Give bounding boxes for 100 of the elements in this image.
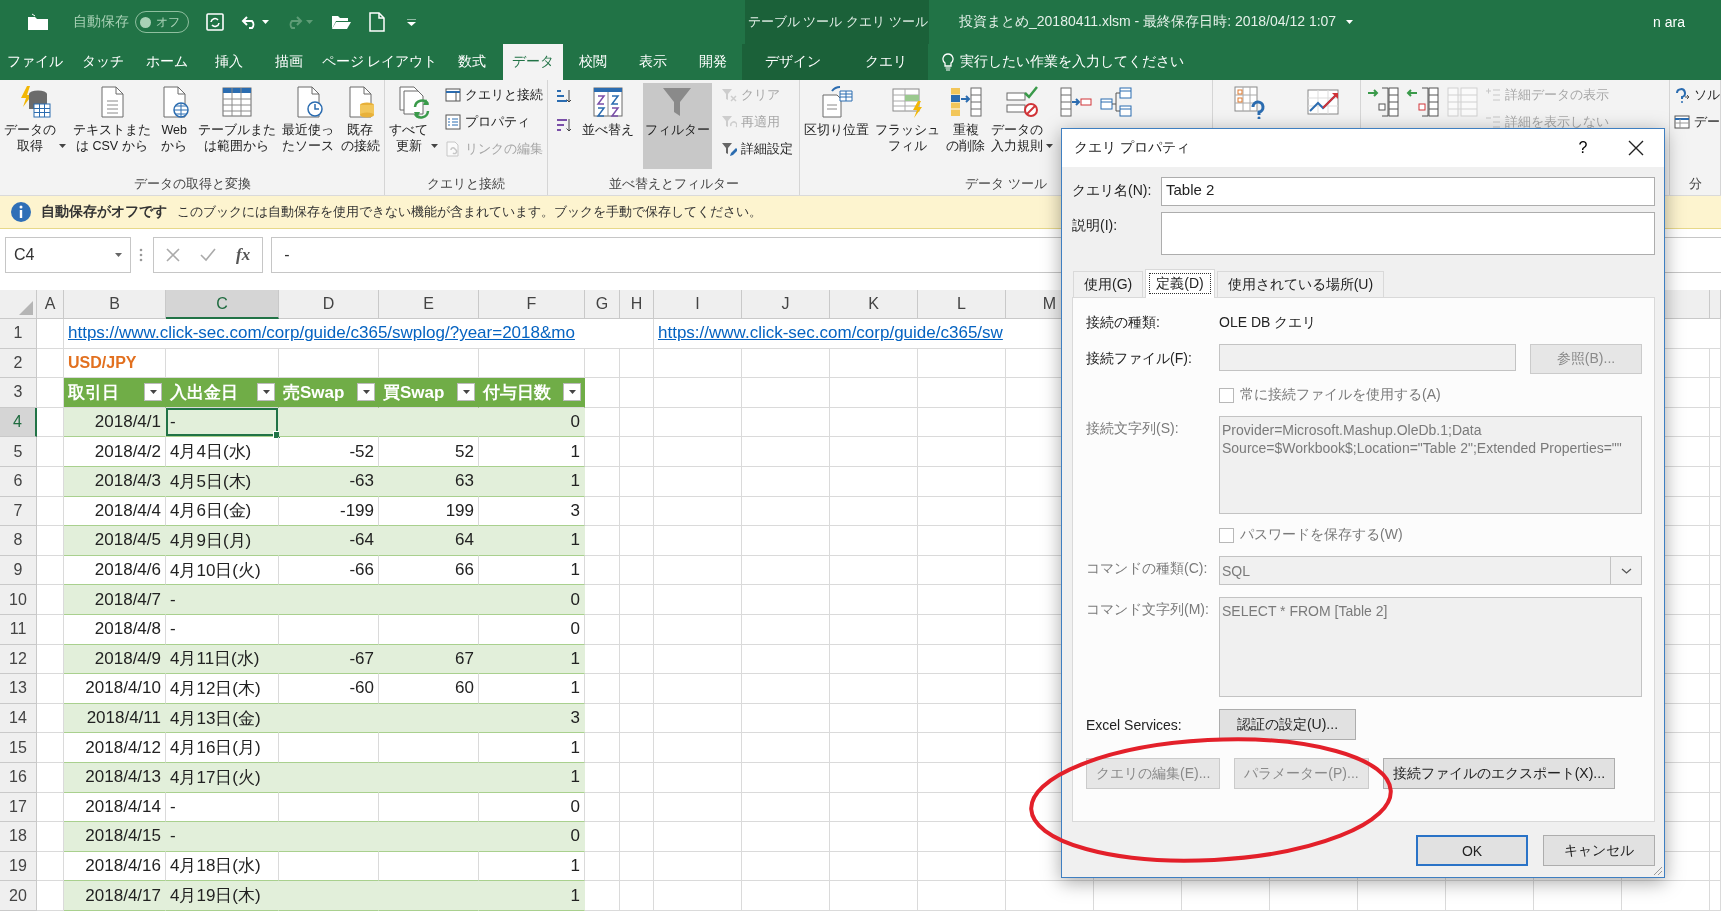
row-header[interactable]: 13 [0,674,37,704]
sheet-cell[interactable] [620,703,654,734]
table-cell[interactable]: 2018/4/13 [64,762,166,793]
sheet-cell[interactable] [742,822,830,852]
ribbon-button[interactable]: 既存 の接続 [338,83,382,169]
sheet-cell[interactable] [1710,614,1721,645]
check-icon[interactable] [200,248,216,262]
select-all-button[interactable] [0,290,37,319]
sheet-cell[interactable] [1710,348,1721,379]
sheet-cell[interactable] [654,762,742,793]
row-header[interactable]: 9 [0,555,37,586]
column-header[interactable]: B [64,290,166,319]
ribbon-button[interactable]: テーブルまた は範囲から [195,83,278,169]
sheet-cell[interactable] [620,585,654,615]
table-cell[interactable]: 2018/4/2 [64,437,166,467]
insert-function-button[interactable]: fx [236,245,251,265]
table-cell[interactable]: 64 [379,526,479,556]
ribbon-button[interactable]: プロパティ [442,110,545,134]
row-header[interactable]: 1 [0,319,37,349]
sheet-cell[interactable] [918,792,1006,823]
sheet-cell[interactable] [37,851,64,882]
sheet-cell[interactable] [654,526,742,556]
ribbon-tab[interactable]: 校閲 [563,44,623,80]
sheet-cell[interactable] [742,733,830,763]
ribbon-tab[interactable]: 開発 [683,44,742,80]
ribbon-button[interactable]: データの 取得 [2,83,69,169]
ribbon-tab[interactable]: クエリ [844,44,928,80]
sheet-cell[interactable] [1710,437,1721,467]
sheet-cell[interactable] [1710,792,1721,823]
ribbon-button[interactable]: 並べ替え [579,83,636,169]
table-cell[interactable]: 0 [479,585,585,615]
sheet-cell[interactable] [620,733,654,763]
sheet-cell[interactable] [620,496,654,527]
ribbon-button[interactable]: すべて 更新 [387,83,441,169]
sheet-cell[interactable] [918,881,1006,911]
sheet-cell[interactable] [1270,881,1358,911]
sheet-cell[interactable] [37,496,64,527]
sheet-cell[interactable] [830,466,918,497]
sheet-cell[interactable] [830,526,918,556]
sheet-cell[interactable] [620,792,654,823]
column-header[interactable]: J [742,290,830,319]
sheet-cell[interactable] [585,762,620,793]
sheet-cell[interactable] [1710,378,1721,408]
sheet-cell[interactable] [585,437,620,467]
sheet-cell[interactable] [585,496,620,527]
dialog-tab[interactable]: 定義(D) [1145,269,1215,298]
ribbon-tab[interactable]: 挿入 [198,44,259,80]
sheet-cell[interactable] [918,585,1006,615]
table-cell[interactable]: 1 [479,762,585,793]
table-cell[interactable]: 67 [379,644,479,675]
column-header[interactable]: C [166,290,279,319]
save-sync-icon[interactable] [205,12,225,32]
sheet-cell[interactable] [654,674,742,704]
ribbon-button[interactable]: クエリと接続 [442,83,545,107]
table-cell[interactable]: 2018/4/12 [64,733,166,763]
sheet-cell[interactable] [1710,881,1721,911]
sheet-cell[interactable] [830,437,918,467]
sheet-cell[interactable] [830,703,918,734]
sheet-cell[interactable] [620,614,654,645]
sheet-cell[interactable] [1182,881,1270,911]
sheet-cell[interactable] [1094,881,1182,911]
sheet-cell[interactable] [742,407,830,438]
sheet-cell[interactable] [620,555,654,586]
sheet-cell[interactable] [830,851,918,882]
ribbon-tab[interactable]: 数式 [441,44,503,80]
sheet-cell[interactable] [1710,674,1721,704]
table-cell[interactable]: 3 [479,703,585,734]
sheet-cell[interactable] [918,526,1006,556]
row-header[interactable]: 3 [0,378,37,408]
sheet-cell[interactable] [585,526,620,556]
sheet-cell[interactable] [654,881,742,911]
sheet-cell[interactable] [918,762,1006,793]
link[interactable]: https://www.click-sec.com/corp/guide/c365/sw [658,323,1003,344]
table-cell[interactable]: - [166,822,279,852]
name-box[interactable]: C4 [5,237,131,273]
column-header[interactable]: D [279,290,379,319]
folder-icon[interactable] [27,13,49,31]
dialog-tab[interactable]: 使用されている場所(U) [1216,271,1385,297]
sheet-cell[interactable] [585,881,620,911]
sheet-cell[interactable] [918,851,1006,882]
ribbon-button[interactable]: データの 入力規則 [989,83,1055,169]
sheet-cell[interactable] [742,703,830,734]
table-cell[interactable]: 1 [479,674,585,704]
dialog-action-button[interactable]: 接続ファイルのエクスポート(X)... [1382,758,1616,789]
sheet-cell[interactable] [654,407,742,438]
table-cell[interactable]: -63 [279,466,379,497]
sheet-cell[interactable] [37,733,64,763]
sheet-cell[interactable] [37,437,64,467]
ribbon-button[interactable]: テキストまた は CSV から [70,83,153,169]
ribbon-button[interactable]: 詳細設定 [718,137,795,161]
table-cell[interactable]: 2018/4/10 [64,674,166,704]
sheet-cell[interactable] [620,407,654,438]
sheet-cell[interactable] [620,674,654,704]
dialog-tab[interactable]: 使用(G) [1073,271,1144,297]
sheet-cell[interactable] [742,644,830,675]
sheet-cell[interactable] [830,555,918,586]
ribbon-button[interactable]: ソル [1672,83,1721,107]
row-header[interactable]: 10 [0,585,37,615]
sheet-cell[interactable] [918,733,1006,763]
filter-dropdown-button[interactable] [144,383,162,402]
